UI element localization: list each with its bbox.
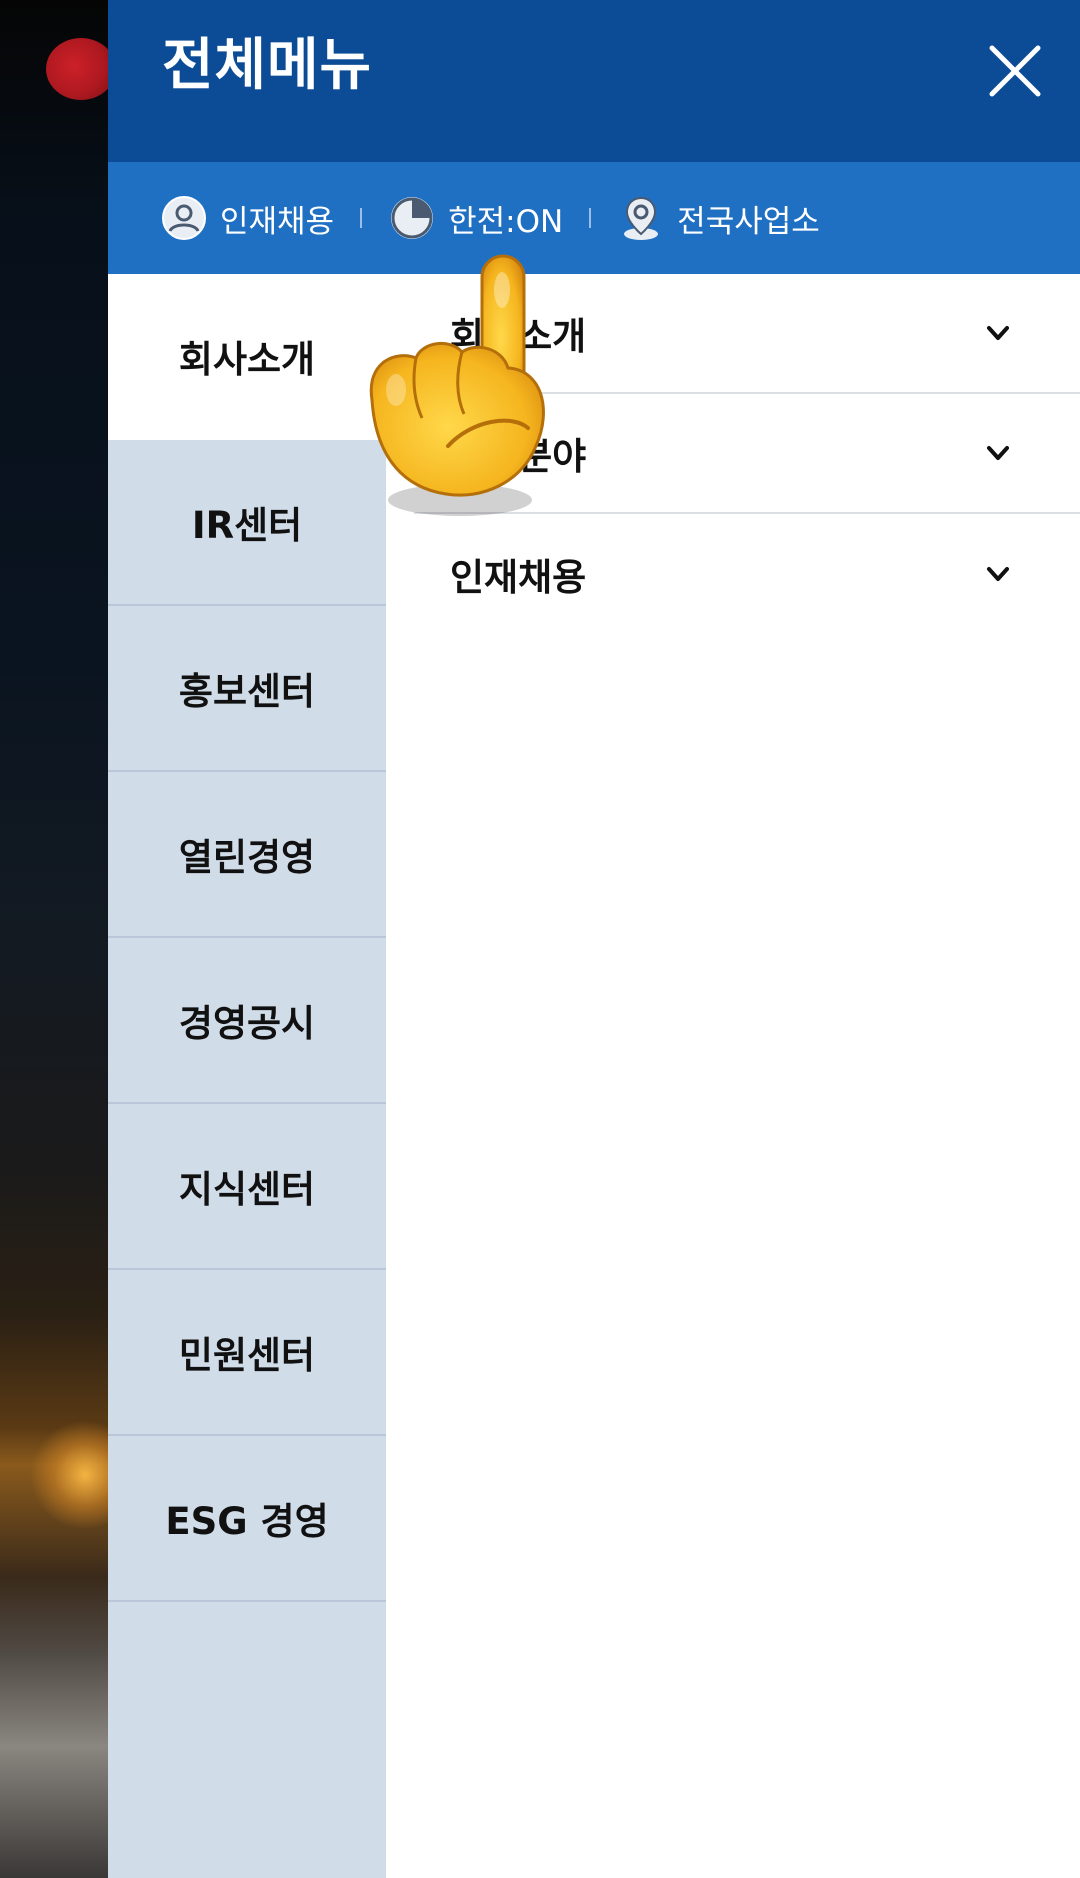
category-item-disclosure[interactable]: 경영공시 [108,938,386,1104]
quick-link-label: 한전:ON [448,203,564,240]
category-list: 회사소개 IR센터 홍보센터 열린경영 경영공시 지식센터 민원센터 ESG 경… [108,274,386,1878]
kepco-logo [46,38,116,100]
close-icon [989,45,1041,97]
quick-link-label: 인재채용 [220,203,335,240]
location-pin-icon [624,196,659,240]
submenu-list: 회사소개 사업분야 인재채용 [414,274,1080,634]
submenu-label: 인재채용 [450,556,587,599]
submenu-item-business[interactable]: 사업분야 [414,394,1080,514]
drawer-header: 전체메뉴 [108,0,1080,162]
quick-link-kepco-on[interactable]: 한전:ON [388,162,563,274]
background-page [0,0,140,1878]
submenu-label: 회사소개 [450,315,587,358]
category-item-company[interactable]: 회사소개 [108,274,386,440]
chevron-down-icon [987,326,1009,340]
chevron-down-icon [987,567,1009,581]
category-item-knowledge-center[interactable]: 지식센터 [108,1104,386,1270]
chevron-down-icon [987,446,1009,460]
category-item-open-management[interactable]: 열린경영 [108,772,386,938]
category-item-ir-center[interactable]: IR센터 [108,440,386,606]
category-item-civil-center[interactable]: 민원센터 [108,1270,386,1436]
submenu-item-recruit[interactable]: 인재채용 [414,514,1080,634]
close-button[interactable] [980,36,1050,106]
category-item-pr-center[interactable]: 홍보센터 [108,606,386,772]
full-menu-drawer: 전체메뉴 인재채용 한전:ON 전국사업소 회사소개 IR센터 홍보센터 열린경… [108,0,1080,1878]
pie-chart-icon [391,197,434,239]
drawer-title: 전체메뉴 [162,33,373,98]
divider [589,208,592,228]
category-item-esg[interactable]: ESG 경영 [108,1436,386,1602]
quick-link-recruit[interactable]: 인재채용 [160,162,334,274]
divider [360,208,363,228]
user-icon [162,196,206,240]
submenu-item-company[interactable]: 회사소개 [414,274,1080,394]
submenu-label: 사업분야 [450,435,587,478]
quick-link-label: 전국사업소 [677,203,820,240]
quick-link-offices[interactable]: 전국사업소 [617,162,820,274]
quick-links-bar: 인재채용 한전:ON 전국사업소 [108,162,1080,274]
